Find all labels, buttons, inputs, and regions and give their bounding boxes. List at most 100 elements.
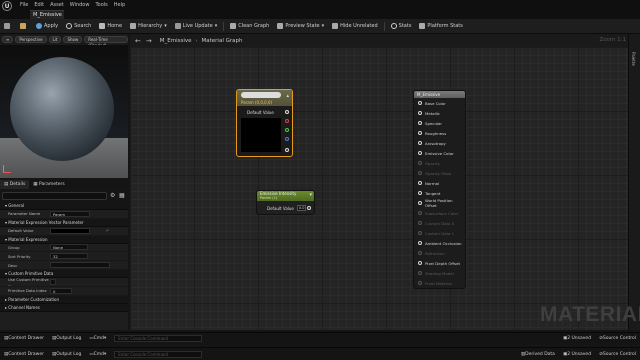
cmd-dropdown[interactable]: ▭ Cmd ▾ [85, 349, 110, 360]
input-pin-row[interactable]: Opacity [414, 158, 465, 168]
content-drawer-button[interactable]: ▤ Content Drawer [0, 349, 48, 360]
input-pin-row[interactable]: Custom Data 0 [414, 218, 465, 228]
group-dropdown[interactable]: None [50, 244, 88, 251]
input-pin-row[interactable]: World Position Offset [414, 198, 465, 208]
console-command-input[interactable]: Enter Console Command [114, 350, 203, 358]
material-graph-canvas[interactable]: Zoom 1:1 [130, 37, 628, 330]
input-pin-row[interactable]: Ambient Occlusion [414, 238, 465, 248]
derived-data-button[interactable]: ▥ Derived Data [517, 349, 559, 360]
back-arrow-icon[interactable]: ← [135, 37, 141, 45]
output-pin-r[interactable] [285, 119, 289, 123]
default-value-field[interactable]: 0.0 [296, 205, 307, 211]
hide-unrelated-button[interactable]: Hide Unrelated [328, 19, 382, 34]
output-pin[interactable] [307, 206, 311, 210]
source-control-button[interactable]: ⊘ Source Control [595, 333, 640, 344]
pin-connector-icon[interactable] [418, 271, 422, 275]
breadcrumb[interactable]: M_Emissive [160, 38, 192, 44]
material-output-node[interactable]: M_Emissive Base Color Metallic Specular Rou… [413, 90, 466, 289]
menu-window[interactable]: Window [70, 2, 90, 8]
use-custom-primitive-checkbox[interactable] [50, 278, 56, 285]
console-command-input[interactable]: Enter Console Command [114, 334, 203, 342]
input-pin-row[interactable]: Base Color [414, 98, 465, 108]
output-pin-a[interactable] [285, 148, 289, 152]
scalar-parameter-node[interactable]: Emissive Intensity Param (1) ▾ Default V… [256, 190, 315, 215]
pin-connector-icon[interactable] [418, 261, 422, 265]
pin-connector-icon[interactable] [418, 101, 422, 105]
input-pin-row[interactable]: Refraction [414, 248, 465, 258]
menu-help[interactable]: Help [114, 2, 125, 8]
live-update-button[interactable]: Live Update ▾ [171, 19, 221, 34]
preview-state-button[interactable]: Preview State ▾ [273, 19, 328, 34]
input-pin-row[interactable]: Pixel Depth Offset [414, 258, 465, 268]
section-parameter-customization[interactable]: ▸ Parameter Customization [0, 295, 128, 304]
pin-connector-icon[interactable] [418, 151, 422, 155]
pin-connector-icon[interactable] [418, 241, 422, 245]
collapse-arrow-icon[interactable]: ▾ [309, 192, 312, 198]
pin-connector-icon[interactable] [418, 201, 422, 205]
pin-connector-icon[interactable] [418, 161, 422, 165]
source-control-button[interactable]: ⊘ Source Control [595, 349, 640, 360]
clean-graph-button[interactable]: Clean Graph [226, 19, 273, 34]
pin-connector-icon[interactable] [418, 131, 422, 135]
platform-stats-button[interactable]: Platform Stats [415, 19, 466, 34]
input-pin-row[interactable]: Roughness [414, 128, 465, 138]
output-pin-b[interactable] [285, 137, 289, 141]
details-search-input[interactable] [2, 192, 107, 200]
menu-asset[interactable]: Asset [50, 2, 64, 8]
pin-connector-icon[interactable] [418, 121, 422, 125]
output-pin-rgb[interactable] [285, 110, 289, 114]
browse-button[interactable] [16, 19, 32, 34]
node-name-edit[interactable] [241, 92, 281, 98]
pin-connector-icon[interactable] [418, 111, 422, 115]
tab-parameters[interactable]: ▦ Parameters [29, 180, 68, 189]
hierarchy-button[interactable]: Hierarchy ▾ [126, 19, 171, 34]
home-button[interactable]: Home [95, 19, 126, 34]
reset-arrow-icon[interactable]: ↶ [106, 228, 109, 233]
pin-connector-icon[interactable] [418, 181, 422, 185]
pin-connector-icon[interactable] [418, 211, 422, 215]
input-pin-row[interactable]: Shading Model [414, 268, 465, 278]
preview-viewport[interactable] [0, 45, 128, 178]
default-value-color-swatch[interactable] [50, 227, 90, 234]
input-pin-row[interactable]: Normal [414, 178, 465, 188]
parameter-name-field[interactable]: Param [50, 210, 90, 217]
desc-field[interactable] [50, 262, 110, 269]
realtime-button[interactable]: Real-Time (Shaded) [84, 36, 128, 48]
input-pin-row[interactable]: Anisotropy [414, 138, 465, 148]
save-button[interactable] [0, 19, 16, 34]
lit-button[interactable]: Lit [48, 36, 62, 43]
section-vector-parameter[interactable]: ▾ Material Expression Vector Parameter [0, 218, 128, 227]
details-settings-icon[interactable]: ⚙ [110, 192, 116, 199]
output-log-button[interactable]: ▤ Output Log [48, 333, 85, 344]
section-channel-names[interactable]: ▸ Channel Names [0, 303, 128, 312]
collapse-arrow-icon[interactable]: ▴ [286, 93, 289, 99]
output-log-button[interactable]: ▤ Output Log [48, 349, 85, 360]
viewport-menu-button[interactable]: ≡ [2, 36, 14, 43]
search-button[interactable]: Search [62, 19, 95, 34]
input-pin-row[interactable]: Subsurface Color [414, 208, 465, 218]
cmd-dropdown[interactable]: ▭ Cmd ▾ [85, 333, 110, 344]
section-general[interactable]: ▾ General [0, 202, 128, 210]
pin-connector-icon[interactable] [418, 231, 422, 235]
output-pin-g[interactable] [285, 128, 289, 132]
menu-file[interactable]: File [20, 2, 28, 8]
input-pin-row[interactable]: Custom Data 1 [414, 228, 465, 238]
apply-button[interactable]: Apply [32, 19, 62, 34]
perspective-button[interactable]: Perspective [15, 36, 47, 43]
pin-connector-icon[interactable] [418, 171, 422, 175]
details-grid-icon[interactable]: ▦ [119, 192, 125, 199]
menu-edit[interactable]: Edit [34, 2, 44, 8]
palette-panel-tab[interactable]: Palette [628, 34, 640, 330]
primitive-data-index-field[interactable]: 0 [50, 287, 72, 294]
menu-tools[interactable]: Tools [95, 2, 107, 8]
input-pin-row[interactable]: Metallic [414, 108, 465, 118]
pin-connector-icon[interactable] [418, 281, 422, 285]
unsaved-button[interactable]: ▣ 2 Unsaved [559, 333, 595, 344]
input-pin-row[interactable]: Specular [414, 118, 465, 128]
show-button[interactable]: Show [63, 36, 83, 43]
sort-priority-field[interactable]: 32 [50, 253, 88, 260]
forward-arrow-icon[interactable]: → [146, 37, 152, 45]
pin-connector-icon[interactable] [418, 221, 422, 225]
pin-connector-icon[interactable] [418, 141, 422, 145]
content-drawer-button[interactable]: ▤ Content Drawer [0, 333, 48, 344]
